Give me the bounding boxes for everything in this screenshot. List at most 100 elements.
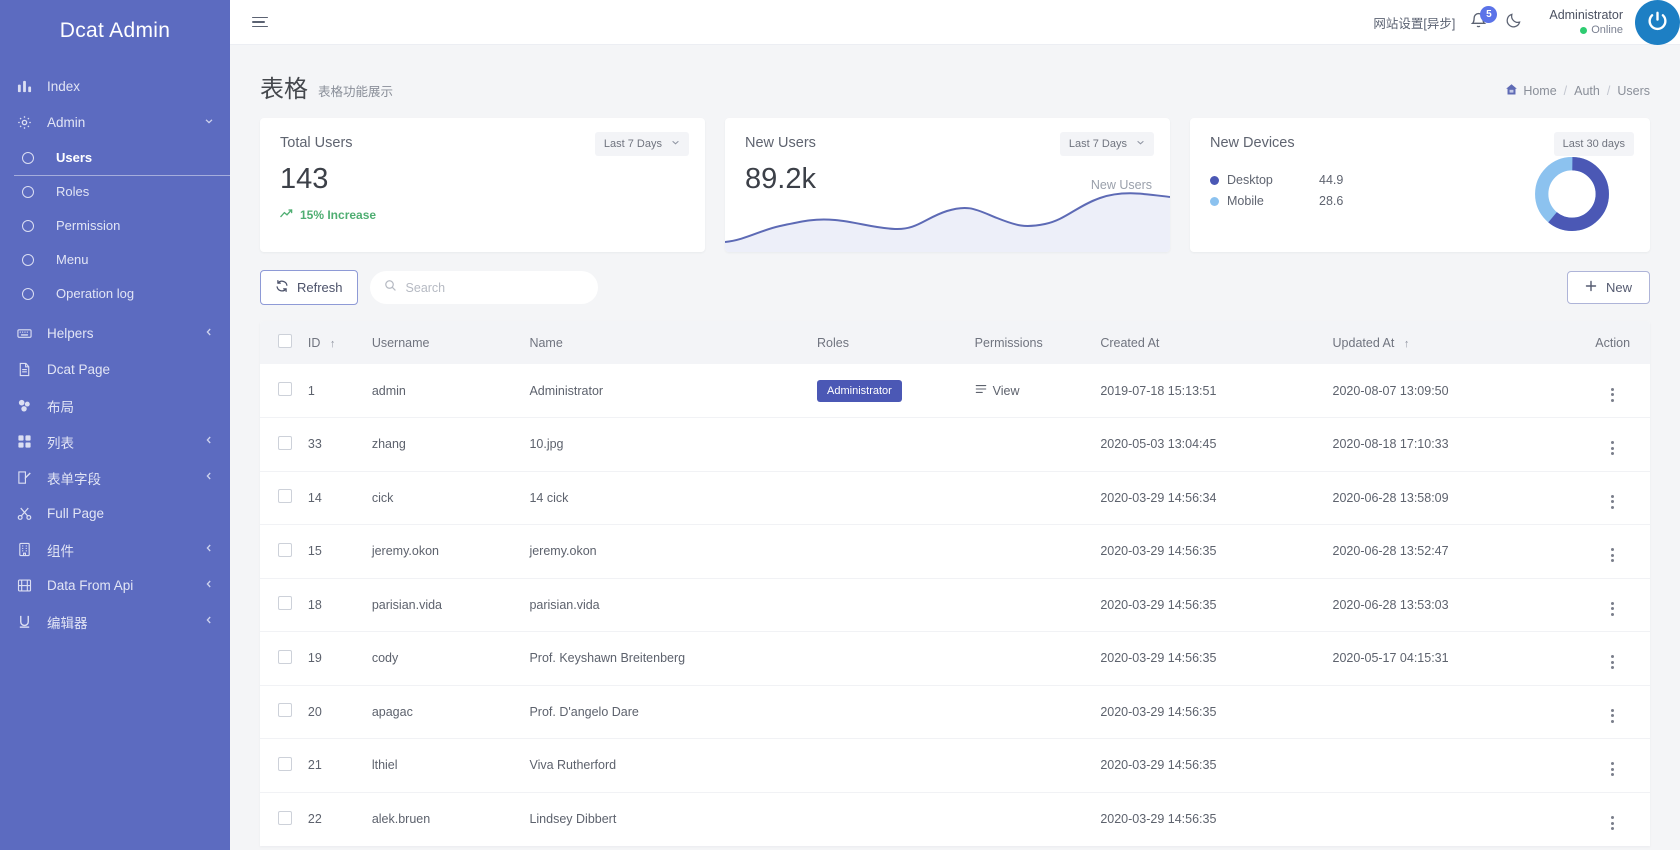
refresh-button[interactable]: Refresh (260, 270, 358, 305)
cell-action[interactable] (1575, 792, 1650, 846)
sort-asc-icon[interactable]: ↑ (1404, 338, 1410, 350)
row-select-cell[interactable] (260, 525, 308, 579)
row-select-cell[interactable] (260, 685, 308, 739)
header-select-all[interactable] (260, 321, 308, 364)
table-row[interactable]: 22alek.bruenLindsey Dibbert2020-03-29 14… (260, 792, 1650, 846)
row-actions-menu-icon[interactable] (1611, 388, 1614, 402)
row-actions-menu-icon[interactable] (1611, 816, 1614, 830)
table-row[interactable]: 20apagacProf. D'angelo Dare2020-03-29 14… (260, 685, 1650, 739)
row-actions-menu-icon[interactable] (1611, 602, 1614, 616)
chevron-left-icon (204, 471, 214, 484)
sidebar-item-full-page[interactable]: Full Page (0, 497, 230, 530)
row-actions-menu-icon[interactable] (1611, 655, 1614, 669)
card-new-devices: New Devices Last 30 days Desktop 44.9 Mo… (1190, 118, 1650, 252)
circle-icon (22, 186, 44, 198)
cell-action[interactable] (1575, 418, 1650, 472)
sidebar-item-components[interactable]: 组件 (0, 533, 230, 566)
avatar[interactable] (1635, 0, 1680, 45)
cell-username: jeremy.okon (372, 525, 530, 579)
cell-action[interactable] (1575, 471, 1650, 525)
row-checkbox[interactable] (278, 650, 292, 664)
dark-mode-toggle[interactable] (1505, 11, 1523, 34)
sidebar-item-editor[interactable]: 编辑器 (0, 605, 230, 638)
new-button[interactable]: New (1567, 271, 1650, 304)
row-checkbox[interactable] (278, 703, 292, 717)
search-box[interactable] (370, 271, 598, 304)
row-checkbox[interactable] (278, 757, 292, 771)
header-username[interactable]: Username (372, 321, 530, 364)
row-select-cell[interactable] (260, 364, 308, 418)
table-row[interactable]: 1adminAdministratorAdministratorView2019… (260, 364, 1650, 418)
table-row[interactable]: 19codyProf. Keyshawn Breitenberg2020-03-… (260, 632, 1650, 686)
chevron-left-icon (204, 615, 214, 628)
header-updated-at[interactable]: Updated At ↑ (1333, 321, 1576, 364)
row-checkbox[interactable] (278, 596, 292, 610)
breadcrumb-users[interactable]: Users (1617, 84, 1650, 98)
row-select-cell[interactable] (260, 418, 308, 472)
select-all-checkbox[interactable] (278, 334, 292, 348)
building-icon (17, 542, 39, 557)
row-checkbox[interactable] (278, 382, 292, 396)
cell-username: cody (372, 632, 530, 686)
sidebar-item-index[interactable]: Index (0, 70, 230, 103)
header-id[interactable]: ID ↑ (308, 321, 372, 364)
sidebar-item-helpers[interactable]: Helpers (0, 317, 230, 350)
sidebar-item-list[interactable]: 列表 (0, 425, 230, 458)
sidebar-item-data-from-api[interactable]: Data From Api (0, 569, 230, 602)
site-setting-link[interactable]: 网站设置[异步] (1373, 13, 1455, 32)
sidebar-item-roles[interactable]: Roles (0, 176, 230, 207)
total-users-range-select[interactable]: Last 7 Days (595, 132, 689, 156)
brand-logo[interactable]: Dcat Admin (0, 0, 230, 62)
table-row[interactable]: 33zhang10.jpg2020-05-03 13:04:452020-08-… (260, 418, 1650, 472)
new-devices-range-label[interactable]: Last 30 days (1554, 132, 1634, 156)
sidebar-item-users[interactable]: Users (0, 142, 230, 173)
search-input[interactable] (406, 281, 584, 295)
row-select-cell[interactable] (260, 792, 308, 846)
row-actions-menu-icon[interactable] (1611, 548, 1614, 562)
cell-action[interactable] (1575, 739, 1650, 793)
cell-name: Administrator (529, 364, 817, 418)
row-checkbox[interactable] (278, 543, 292, 557)
sidebar-item-permission[interactable]: Permission (0, 210, 230, 241)
table-row[interactable]: 14cick14 cick2020-03-29 14:56:342020-06-… (260, 471, 1650, 525)
header-name[interactable]: Name (529, 321, 817, 364)
row-select-cell[interactable] (260, 578, 308, 632)
hamburger-menu-icon[interactable] (252, 17, 268, 28)
row-checkbox[interactable] (278, 811, 292, 825)
sidebar-item-form-fields[interactable]: 表单字段 (0, 461, 230, 494)
sidebar-item-layout[interactable]: 布局 (0, 389, 230, 422)
notifications-button[interactable]: 5 (1469, 11, 1489, 33)
row-select-cell[interactable] (260, 632, 308, 686)
header-permissions[interactable]: Permissions (975, 321, 1101, 364)
cell-action[interactable] (1575, 632, 1650, 686)
table-row[interactable]: 18parisian.vidaparisian.vida2020-03-29 1… (260, 578, 1650, 632)
cell-action[interactable] (1575, 685, 1650, 739)
sidebar-item-admin[interactable]: Admin (0, 106, 230, 139)
table-row[interactable]: 21lthielViva Rutherford2020-03-29 14:56:… (260, 739, 1650, 793)
breadcrumb-home[interactable]: Home (1505, 83, 1556, 99)
header-created-at[interactable]: Created At (1100, 321, 1332, 364)
table-row[interactable]: 15jeremy.okonjeremy.okon2020-03-29 14:56… (260, 525, 1650, 579)
row-select-cell[interactable] (260, 471, 308, 525)
breadcrumb-auth[interactable]: Auth (1574, 84, 1600, 98)
row-select-cell[interactable] (260, 739, 308, 793)
sidebar-item-operation-log[interactable]: Operation log (0, 278, 230, 309)
new-users-range-select[interactable]: Last 7 Days (1060, 132, 1154, 156)
sidebar-item-menu[interactable]: Menu (0, 244, 230, 275)
sort-asc-icon[interactable]: ↑ (330, 338, 336, 350)
cell-permissions (975, 792, 1101, 846)
row-actions-menu-icon[interactable] (1611, 709, 1614, 723)
row-actions-menu-icon[interactable] (1611, 441, 1614, 455)
row-actions-menu-icon[interactable] (1611, 495, 1614, 509)
chevron-down-icon (671, 138, 680, 150)
header-roles[interactable]: Roles (817, 321, 975, 364)
row-checkbox[interactable] (278, 489, 292, 503)
view-permission-link[interactable]: View (975, 383, 1020, 398)
row-actions-menu-icon[interactable] (1611, 762, 1614, 776)
user-menu[interactable]: Administrator Online (1549, 0, 1680, 45)
cell-action[interactable] (1575, 364, 1650, 418)
sidebar-item-dcat-page[interactable]: Dcat Page (0, 353, 230, 386)
row-checkbox[interactable] (278, 436, 292, 450)
cell-action[interactable] (1575, 578, 1650, 632)
cell-action[interactable] (1575, 525, 1650, 579)
